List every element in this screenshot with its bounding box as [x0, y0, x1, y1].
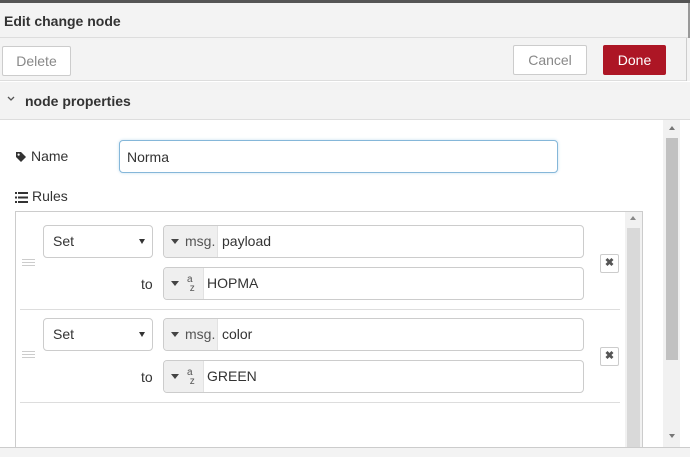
done-button[interactable]: Done: [603, 45, 666, 75]
caret-down-icon: [171, 374, 179, 379]
rule-value: GREEN: [207, 368, 257, 384]
target-type-button[interactable]: msg.: [164, 226, 218, 257]
toolbar-edge: [686, 38, 690, 81]
rules-label: Rules: [15, 188, 68, 204]
select-caret-icon: [139, 239, 145, 244]
tray-toolbar: Delete Cancel Done: [0, 38, 690, 81]
target-value: color: [222, 326, 253, 342]
name-input[interactable]: [119, 140, 558, 173]
drag-handle-icon[interactable]: [22, 259, 35, 269]
tag-icon: [16, 152, 26, 163]
caret-down-icon: [171, 332, 179, 337]
rule-value: HOPMA: [207, 275, 259, 291]
value-type-button[interactable]: a z: [164, 268, 204, 299]
rule-target-input[interactable]: msg. color: [163, 318, 584, 351]
select-caret-icon: [139, 332, 145, 337]
section-title: node properties: [25, 93, 131, 109]
tray-header: Edit change node: [0, 3, 690, 38]
scroll-up-arrow-icon[interactable]: [630, 216, 636, 220]
rule-action-value: Set: [53, 233, 75, 249]
az-string-icon: a z: [187, 367, 195, 387]
section-node-properties[interactable]: node properties: [0, 82, 690, 120]
target-type-button[interactable]: msg.: [164, 319, 218, 350]
to-label: to: [141, 369, 153, 385]
name-label: Name: [15, 148, 68, 164]
value-type-button[interactable]: a z: [164, 361, 204, 392]
name-label-text: Name: [31, 148, 69, 164]
rule-separator: [20, 402, 620, 403]
scroll-down-arrow-icon[interactable]: [667, 432, 677, 440]
remove-rule-button[interactable]: ✖: [600, 347, 619, 366]
tray-scrollbar-thumb[interactable]: [666, 138, 678, 360]
rule-value-input[interactable]: a z HOPMA: [163, 267, 584, 300]
rule-separator: [20, 309, 620, 310]
tray-title: Edit change node: [4, 13, 121, 29]
rule-action-select[interactable]: Set: [43, 225, 153, 258]
caret-down-icon: [171, 239, 179, 244]
target-value: payload: [222, 233, 272, 249]
rule-value-input[interactable]: a z GREEN: [163, 360, 584, 393]
target-prefix: msg.: [185, 233, 216, 249]
rule-action-select[interactable]: Set: [43, 318, 153, 351]
drag-handle-icon[interactable]: [22, 351, 35, 361]
target-prefix: msg.: [185, 326, 216, 342]
to-label: to: [141, 276, 153, 292]
rule-target-input[interactable]: msg. payload: [163, 225, 584, 258]
scroll-up-arrow-icon[interactable]: [667, 124, 677, 132]
cancel-button[interactable]: Cancel: [513, 45, 587, 75]
list-icon: [15, 191, 28, 203]
rule-action-value: Set: [53, 326, 75, 342]
tray-footer: [0, 447, 690, 457]
delete-button[interactable]: Delete: [2, 46, 71, 76]
az-string-icon: a z: [187, 274, 195, 294]
remove-rule-button[interactable]: ✖: [600, 254, 619, 273]
rules-scrollbar-thumb[interactable]: [627, 228, 640, 448]
rules-label-text: Rules: [32, 188, 68, 204]
caret-down-icon: [171, 281, 179, 286]
tray-side-edge: [680, 120, 690, 448]
chevron-down-icon: [7, 96, 15, 101]
